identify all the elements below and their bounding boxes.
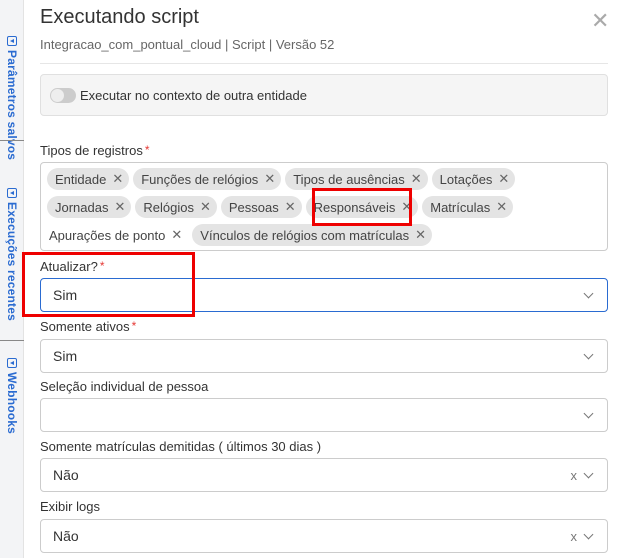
logs-select[interactable]: Não x [40,519,608,553]
remove-chip-icon[interactable]: ✕ [112,171,123,187]
chip-label: Pessoas [228,199,279,215]
page-subtitle: Integracao_com_pontual_cloud | Script | … [40,37,335,52]
divider [0,340,24,341]
demitidas-select[interactable]: Não x [40,458,608,492]
chevron-down-icon [583,529,594,539]
label-text: Atualizar? [40,259,98,274]
clear-icon[interactable]: x [571,468,578,483]
selecao-pessoa-select[interactable] [40,398,608,432]
tab-parametros-salvos[interactable]: Parâmetros salvos [0,36,24,160]
chip: Jornadas ✕ [47,196,132,218]
chevron-down-icon [583,408,594,418]
side-panel: Parâmetros salvos Execuções recentes Web… [0,0,24,558]
clear-icon[interactable]: x [571,529,578,544]
select-value: Não [53,528,79,544]
collapse-left-icon [7,188,17,198]
chip: Funções de relógios ✕ [133,168,282,190]
somente-ativos-label: Somente ativos * [40,319,136,334]
remove-chip-icon[interactable]: ✕ [114,199,125,215]
selecao-pessoa-label: Seleção individual de pessoa [40,379,209,394]
chevron-down-icon [583,349,594,359]
chip-label: Funções de relógios [141,171,259,187]
demitidas-label: Somente matrículas demitidas ( últimos 3… [40,439,322,454]
remove-chip-icon[interactable]: ✕ [171,227,182,243]
chip-label: Apurações de ponto [49,227,166,243]
divider [0,140,24,141]
chip-label: Relógios [143,199,194,215]
select-value: Sim [53,348,78,364]
chip-label: Jornadas [55,199,109,215]
chevron-down-icon [583,288,594,298]
close-icon[interactable]: ✕ [591,8,609,34]
tipos-label: Tipos de registros * [40,143,150,158]
remove-chip-icon[interactable]: ✕ [285,199,296,215]
chip-label: Responsáveis [313,199,396,215]
label-text: Tipos de registros [40,143,143,158]
chevron-down-icon [583,468,594,478]
required-mark: * [131,319,137,333]
context-toggle[interactable] [50,87,76,103]
chip-label: Tipos de ausências [293,171,405,187]
chip: Tipos de ausências ✕ [285,168,428,190]
atualizar-label: Atualizar? * [40,259,104,274]
remove-chip-icon[interactable]: ✕ [264,171,275,187]
remove-chip-icon[interactable]: ✕ [411,171,422,187]
chip: Pessoas ✕ [220,196,302,218]
tab-execucoes-recentes[interactable]: Execuções recentes [0,188,24,321]
collapse-left-icon [7,36,17,46]
remove-chip-icon[interactable]: ✕ [200,199,211,215]
chip-label: Lotações [439,171,493,187]
logs-label: Exibir logs [40,499,100,514]
remove-chip-icon[interactable]: ✕ [401,199,412,215]
required-mark: * [99,259,105,273]
chip-label: Matrículas [430,199,491,215]
context-toggle-label: Executar no contexto de outra entidade [80,87,307,103]
divider [40,63,608,64]
chip: Matrículas ✕ [422,196,514,218]
chip: Responsáveis ✕ [305,196,419,218]
chip-label: Entidade [55,171,107,187]
context-toggle-row: Executar no contexto de outra entidade [40,74,608,116]
collapse-left-icon [7,358,17,368]
label-text: Somente ativos [40,319,130,334]
tipos-multiselect[interactable]: Entidade ✕ Funções de relógios ✕ Tipos de au… [40,162,608,251]
chip: Vínculos de relógios com matrículas ✕ [192,224,432,246]
somente-ativos-select[interactable]: Sim [40,339,608,373]
chip: Apurações de ponto ✕ [47,224,188,246]
select-value: Sim [53,287,78,303]
chip-label: Vínculos de relógios com matrículas [200,227,410,243]
required-mark: * [144,143,150,157]
remove-chip-icon[interactable]: ✕ [415,227,426,243]
chip: Relógios ✕ [135,196,217,218]
remove-chip-icon[interactable]: ✕ [496,199,507,215]
page-title: Executando script [40,6,199,28]
tab-webhooks[interactable]: Webhooks [0,358,24,434]
chip: Entidade ✕ [47,168,130,190]
remove-chip-icon[interactable]: ✕ [498,171,509,187]
select-value: Não [53,467,79,483]
atualizar-select[interactable]: Sim [40,278,608,312]
chip: Lotações ✕ [431,168,516,190]
